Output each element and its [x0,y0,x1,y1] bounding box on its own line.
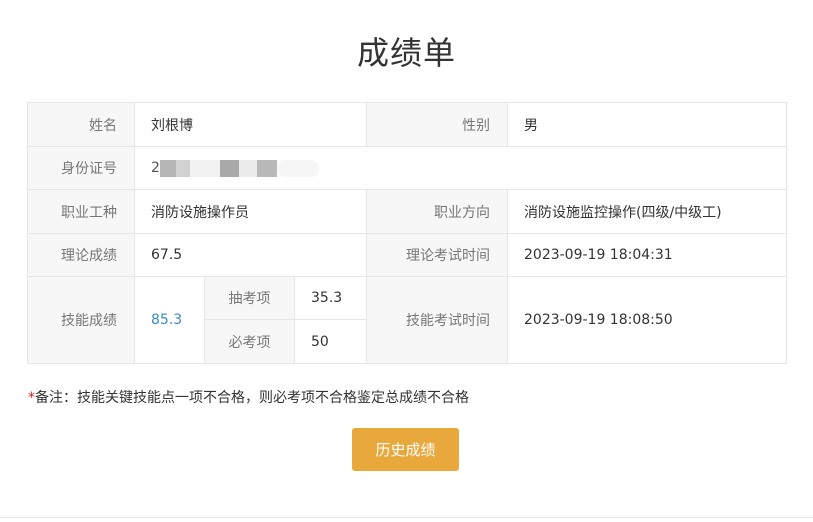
id-number-prefix: 2 [151,160,160,176]
skill-score-value[interactable]: 85.3 [135,277,205,363]
required-items-value: 50 [295,320,367,363]
occupation-label: 职业工种 [28,190,135,234]
bottom-divider [0,517,813,518]
theory-score-label: 理论成绩 [28,234,135,277]
skill-score-label: 技能成绩 [28,277,135,363]
id-number-value: 2 [135,147,786,190]
skill-time-label: 技能考试时间 [367,277,508,363]
theory-time-value: 2023-09-19 18:04:31 [508,234,786,277]
occupation-value: 消防设施操作员 [135,190,367,234]
required-items-label: 必考项 [205,320,295,363]
skill-time-value: 2023-09-19 18:08:50 [508,277,786,363]
theory-time-label: 理论考试时间 [367,234,508,277]
random-items-label: 抽考项 [205,277,295,320]
page-title: 成绩单 [356,34,456,72]
history-scores-button[interactable]: 历史成绩 [352,428,459,471]
direction-label: 职业方向 [367,190,508,234]
gender-value: 男 [508,103,786,147]
required-star: * [28,390,35,406]
name-label: 姓名 [28,103,135,147]
remark-text: 备注：技能关键技能点一项不合格，则必考项不合格鉴定总成绩不合格 [35,390,469,406]
theory-score-value: 67.5 [135,234,367,277]
name-value: 刘根博 [135,103,367,147]
remark-note: *备注：技能关键技能点一项不合格，则必考项不合格鉴定总成绩不合格 [28,387,469,407]
gender-label: 性别 [367,103,508,147]
score-table: 姓名 刘根博 性别 男 身份证号 2 职业工种 消防设施操作员 职业方向 消防设… [27,102,787,364]
id-number-label: 身份证号 [28,147,135,190]
id-number-redaction [159,159,319,177]
random-items-value: 35.3 [295,277,367,320]
direction-value: 消防设施监控操作(四级/中级工) [508,190,786,234]
